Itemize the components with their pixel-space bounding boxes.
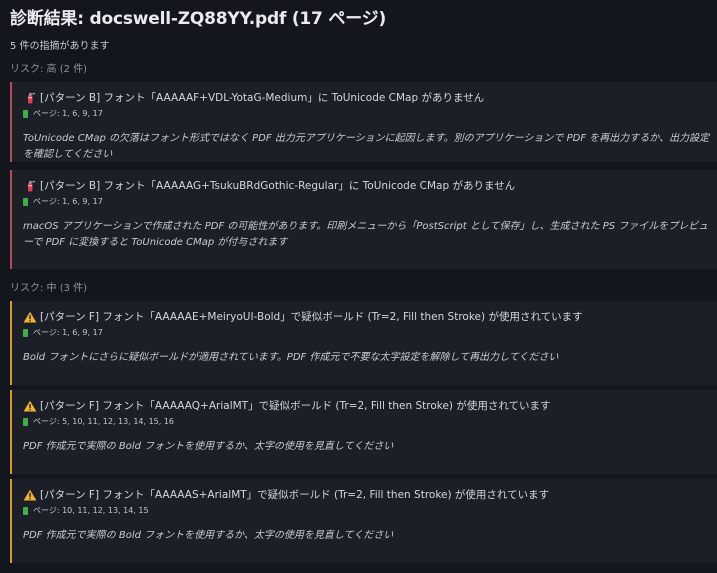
issue-pages: ページ: 5, 10, 11, 12, 13, 14, 15, 16	[33, 417, 175, 426]
issue-title: [パターン F] フォント「AAAAAS+ArialMT」で疑似ボールド (Tr…	[40, 489, 550, 501]
issue-card: [パターン F] フォント「AAAAAS+ArialMT」で疑似ボールド (Tr…	[10, 479, 717, 563]
issue-advice: macOS アプリケーションで作成された PDF の可能性があります。印刷メニュ…	[23, 221, 709, 248]
issue-advice: PDF 作成元で実際の Bold フォントを使用するか、太字の使用を見直してくだ…	[23, 441, 394, 452]
section-label-high-risk: リスク: 高 (2 件)	[10, 64, 88, 75]
issue-card: [パターン F] フォント「AAAAAQ+ArialMT」で疑似ボールド (Tr…	[10, 390, 717, 474]
issue-title: [パターン F] フォント「AAAAAE+MeiryoUI-Bold」で疑似ボー…	[40, 311, 583, 323]
issue-pages: ページ: 1, 6, 9, 17	[33, 328, 103, 337]
issue-card: [パターン B] フォント「AAAAAG+TsukuBRdGothic-Regu…	[10, 170, 717, 269]
page-icon	[23, 506, 28, 515]
page-icon	[23, 328, 28, 337]
page-icon	[23, 197, 28, 206]
issue-title: [パターン B] フォント「AAAAAG+TsukuBRdGothic-Regu…	[40, 180, 516, 192]
warning-icon	[23, 489, 37, 500]
page-icon	[23, 417, 28, 426]
issue-advice: PDF 作成元で実際の Bold フォントを使用するか、太字の使用を見直してくだ…	[23, 530, 394, 541]
section-label-mid-risk: リスク: 中 (3 件)	[10, 283, 88, 294]
issue-pages: ページ: 1, 6, 9, 17	[33, 109, 103, 118]
page-title: 診断結果: docswell-ZQ88YY.pdf (17 ページ)	[10, 9, 387, 29]
issue-advice: ToUnicode CMap の欠落はフォント形式ではなく PDF 出力元アプリ…	[23, 133, 710, 160]
issue-count-summary: 5 件の指摘があります	[10, 41, 110, 52]
issue-pages: ページ: 10, 11, 12, 13, 14, 15	[33, 506, 149, 515]
fire-extinguisher-icon	[28, 180, 35, 191]
warning-icon	[23, 400, 37, 411]
issue-advice: Bold フォントにさらに疑似ボールドが適用されています。PDF 作成元で不要な…	[23, 352, 559, 363]
issue-pages: ページ: 1, 6, 9, 17	[33, 197, 103, 206]
page-icon	[23, 109, 28, 118]
issue-title: [パターン B] フォント「AAAAAF+VDL-YotaG-Medium」に …	[40, 92, 485, 104]
fire-extinguisher-icon	[28, 92, 35, 103]
issue-card: [パターン F] フォント「AAAAAE+MeiryoUI-Bold」で疑似ボー…	[10, 301, 717, 385]
diagnosis-report: 診断結果: docswell-ZQ88YY.pdf (17 ページ) 5 件の指…	[0, 0, 717, 573]
issue-title: [パターン F] フォント「AAAAAQ+ArialMT」で疑似ボールド (Tr…	[40, 400, 551, 412]
issue-card: [パターン B] フォント「AAAAAF+VDL-YotaG-Medium」に …	[10, 82, 717, 162]
warning-icon	[23, 311, 37, 322]
